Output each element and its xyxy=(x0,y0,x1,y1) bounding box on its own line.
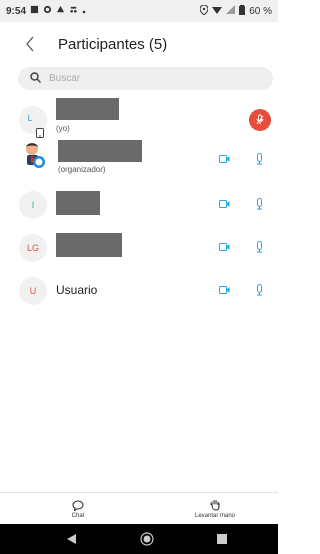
avatar: I xyxy=(19,191,47,219)
incognito-notification-icon xyxy=(69,5,78,17)
participant-row-organizer[interactable]: (organizador) xyxy=(0,138,278,181)
raise-hand-tab[interactable]: Levantar mano xyxy=(190,497,240,521)
microphone-icon[interactable] xyxy=(256,153,263,165)
microphone-icon[interactable] xyxy=(256,241,263,253)
participant-row[interactable]: LG xyxy=(0,226,278,269)
mute-button[interactable] xyxy=(249,109,271,131)
participant-row-self[interactable]: L (yo) xyxy=(0,98,278,141)
participant-list: L (yo) (organizador) I LG U Usuario xyxy=(0,98,278,305)
raise-hand-icon xyxy=(209,499,221,513)
battery-percent: 60 % xyxy=(249,5,272,17)
video-camera-icon[interactable] xyxy=(219,243,230,251)
wifi-icon xyxy=(212,5,223,17)
status-time: 9:54 xyxy=(6,5,27,17)
video-camera-icon[interactable] xyxy=(219,155,230,163)
redacted-name xyxy=(58,140,142,162)
more-dot-icon xyxy=(82,6,86,17)
page-title: Participantes (5) xyxy=(58,35,168,53)
video-camera-icon[interactable] xyxy=(219,286,230,294)
opera-notification-icon xyxy=(43,5,52,17)
redacted-name xyxy=(56,98,119,120)
status-bar: 9:54 60 % xyxy=(0,0,278,22)
cell-signal-icon xyxy=(226,5,236,17)
avatar: LG xyxy=(19,234,47,262)
search-input[interactable] xyxy=(49,73,229,84)
redacted-name xyxy=(56,233,122,257)
chat-bubble-icon xyxy=(72,499,84,513)
avatar-image xyxy=(22,142,46,175)
microphone-icon[interactable] xyxy=(256,198,263,210)
redacted-name xyxy=(56,191,100,215)
image-notification-icon xyxy=(30,5,39,17)
participant-subtitle: (organizador) xyxy=(58,165,106,174)
chat-tab-label: Chat xyxy=(71,512,85,519)
video-camera-icon[interactable] xyxy=(219,200,230,208)
search-icon xyxy=(30,70,42,88)
participant-subtitle: (yo) xyxy=(56,124,70,133)
divider xyxy=(0,492,278,493)
participant-row[interactable]: U Usuario xyxy=(0,269,278,312)
microphone-icon[interactable] xyxy=(256,284,263,296)
search-bar[interactable] xyxy=(18,67,273,90)
recents-square-icon[interactable] xyxy=(207,524,237,554)
app-bar: Participantes (5) xyxy=(0,22,278,66)
participant-name: Usuario xyxy=(56,283,98,297)
back-triangle-icon[interactable] xyxy=(56,524,86,554)
chevron-left-icon[interactable] xyxy=(16,30,44,58)
avatar: U xyxy=(19,277,47,305)
home-circle-icon[interactable] xyxy=(132,524,162,554)
chat-tab[interactable]: Chat xyxy=(62,497,94,521)
location-icon xyxy=(199,3,209,18)
drive-notification-icon xyxy=(56,5,65,17)
participant-row[interactable]: I xyxy=(0,183,278,226)
android-nav-bar xyxy=(0,524,278,554)
raise-hand-label: Levantar mano xyxy=(194,513,236,519)
battery-icon xyxy=(239,4,246,18)
